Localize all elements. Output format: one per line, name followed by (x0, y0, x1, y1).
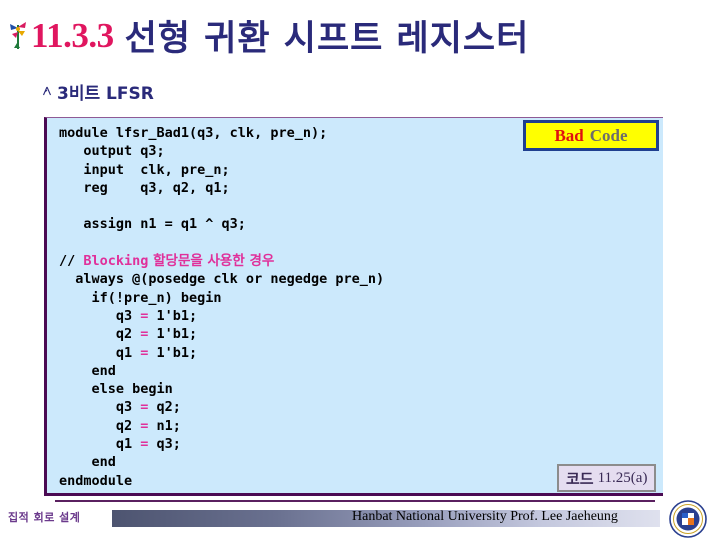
code-block: module lfsr_Bad1(q3, clk, pre_n); output… (44, 117, 663, 496)
person-marker-bullet-icon (42, 86, 52, 98)
status-badge: Bad Code (523, 120, 659, 151)
footer-divider (55, 500, 655, 502)
badge-code-label: Code (589, 125, 628, 145)
page-title: 11.3.3 선형 귀환 시프트 레지스터 (8, 10, 529, 61)
footer-course-title: 집적 회로 설계 (8, 511, 81, 524)
caption-number: 11.25(a) (597, 469, 648, 486)
subtitle-label: 3비트 LFSR (57, 84, 154, 104)
figure-caption: 코드 11.25(a) (557, 464, 657, 492)
code-listing: module lfsr_Bad1(q3, clk, pre_n); output… (59, 125, 385, 489)
badge-bad-label: Bad (554, 125, 584, 145)
decorative-star-bullet-icon (8, 19, 30, 53)
university-seal-logo (668, 500, 708, 538)
title-number: 11.3.3 (31, 15, 114, 55)
title-text: 선형 귀환 시프트 레지스터 (124, 19, 530, 59)
footer-credit: Hanbat National University Prof. Lee Jae… (352, 509, 618, 524)
subtitle: 3비트 LFSR (42, 79, 154, 104)
caption-label: 코드 (566, 469, 594, 488)
